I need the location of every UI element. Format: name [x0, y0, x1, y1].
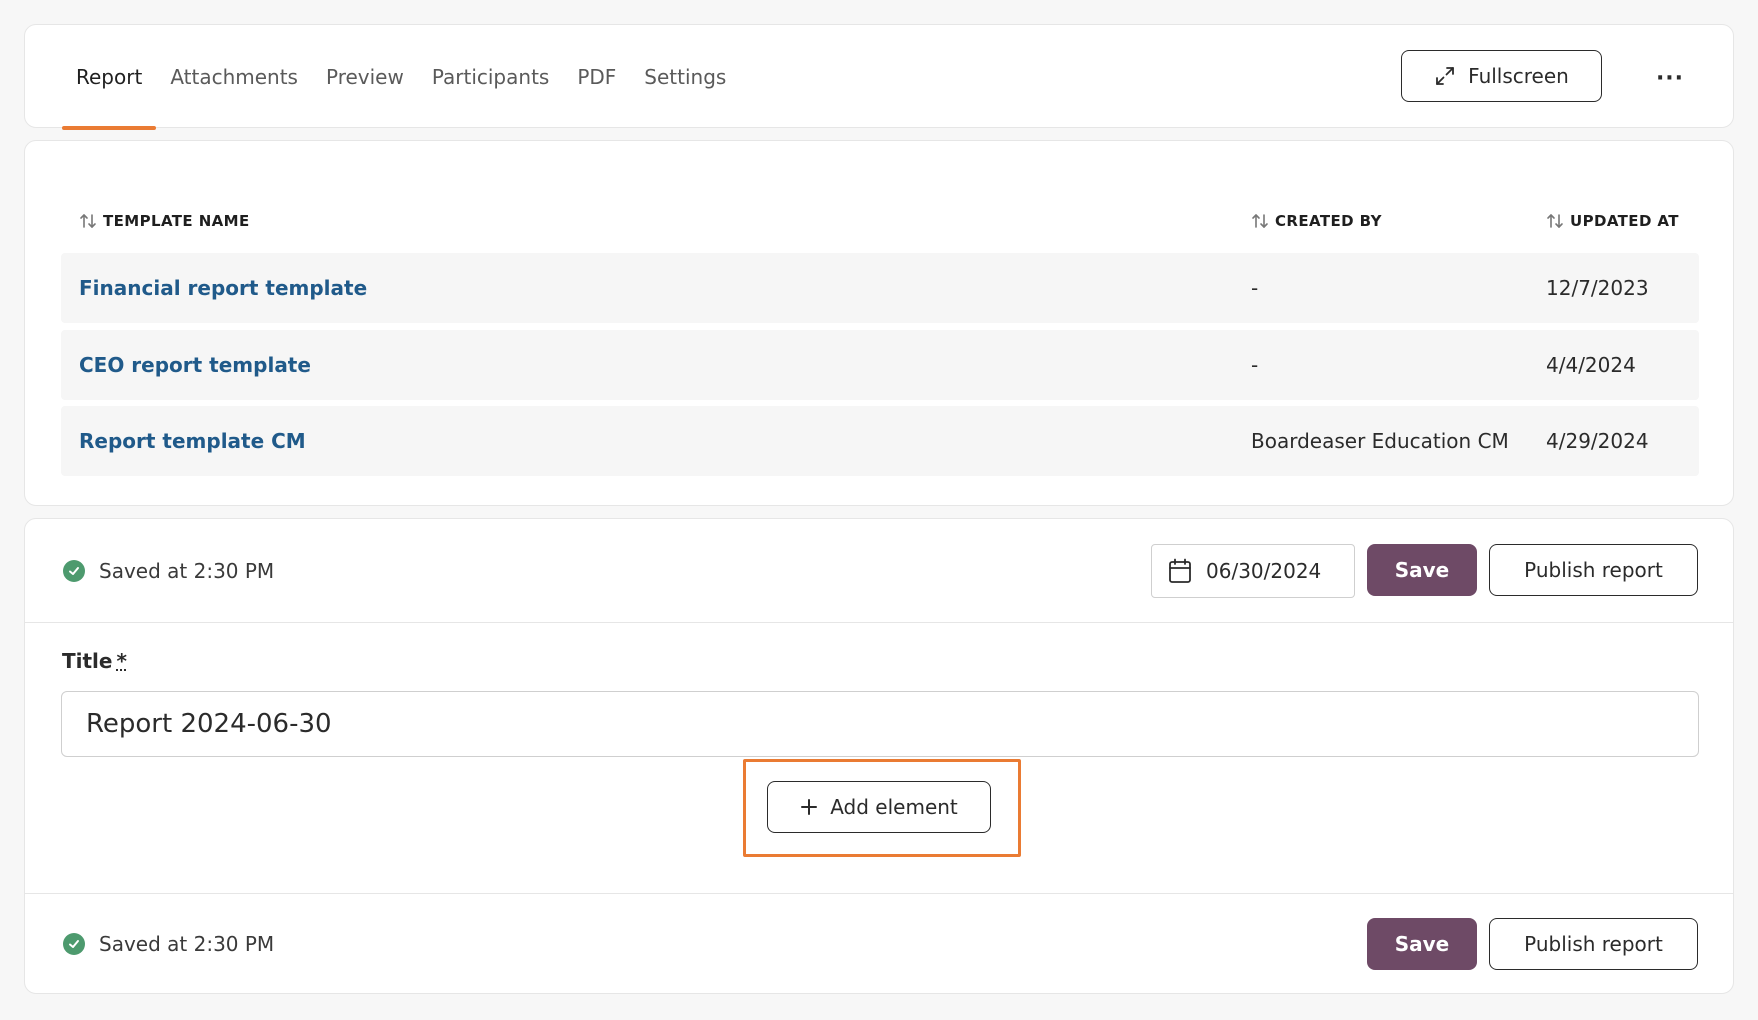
tab-preview[interactable]: Preview — [312, 25, 418, 129]
required-marker: * — [116, 649, 127, 673]
table-header: TEMPLATE NAME CREATED BY UPDATED AT — [61, 201, 1699, 241]
title-label-text: Title — [62, 649, 113, 673]
calendar-icon — [1168, 558, 1192, 584]
tab-report[interactable]: Report — [62, 25, 157, 130]
template-name-link[interactable]: Report template CM — [79, 406, 306, 476]
table-row[interactable]: Financial report template - 12/7/2023 — [61, 253, 1699, 323]
tabs-header-card: Report Attachments Preview Participants … — [24, 24, 1734, 130]
report-date-picker[interactable]: 06/30/2024 — [1151, 544, 1355, 598]
column-header-template-name[interactable]: TEMPLATE NAME — [79, 201, 250, 241]
updated-at-cell: 12/7/2023 — [1546, 276, 1649, 300]
tab-settings[interactable]: Settings — [630, 25, 740, 129]
fullscreen-label: Fullscreen — [1468, 64, 1569, 88]
report-editor-card: Saved at 2:30 PM 06/30/2024 Save Publish… — [24, 518, 1734, 994]
tab-bar: Report Attachments Preview Participants … — [62, 25, 740, 130]
table-row[interactable]: CEO report template - 4/4/2024 — [61, 330, 1699, 400]
publish-report-button[interactable]: Publish report — [1489, 918, 1698, 970]
add-element-label: Add element — [830, 795, 958, 819]
sort-icon — [1251, 213, 1269, 229]
column-label: UPDATED AT — [1570, 212, 1679, 230]
tab-attachments[interactable]: Attachments — [156, 25, 312, 129]
updated-at-cell: 4/4/2024 — [1546, 353, 1636, 377]
created-by-cell: - — [1251, 276, 1259, 300]
sort-icon — [1546, 213, 1564, 229]
updated-at-cell: 4/29/2024 — [1546, 429, 1649, 453]
check-circle-icon — [63, 560, 85, 582]
save-status: Saved at 2:30 PM — [63, 932, 274, 956]
save-status-text: Saved at 2:30 PM — [99, 559, 275, 583]
template-name-link[interactable]: CEO report template — [79, 330, 311, 400]
more-horizontal-icon: ··· — [1655, 65, 1685, 91]
plus-icon — [800, 798, 818, 816]
date-value: 06/30/2024 — [1206, 559, 1322, 583]
editor-toolbar: Saved at 2:30 PM 06/30/2024 Save Publish… — [25, 519, 1733, 623]
save-status: Saved at 2:30 PM — [63, 559, 274, 583]
column-header-created-by[interactable]: CREATED BY — [1251, 201, 1382, 241]
column-label: TEMPLATE NAME — [103, 212, 250, 230]
column-header-updated-at[interactable]: UPDATED AT — [1546, 201, 1679, 241]
save-status-text: Saved at 2:30 PM — [99, 932, 275, 956]
tab-participants[interactable]: Participants — [418, 25, 563, 129]
created-by-cell: - — [1251, 353, 1259, 377]
table-row[interactable]: Report template CM Boardeaser Education … — [61, 406, 1699, 476]
tab-pdf[interactable]: PDF — [563, 25, 630, 129]
created-by-cell: Boardeaser Education CM — [1251, 429, 1509, 453]
check-circle-icon — [63, 933, 85, 955]
title-label: Title * — [62, 649, 127, 673]
fullscreen-button[interactable]: Fullscreen — [1401, 50, 1602, 102]
publish-report-button[interactable]: Publish report — [1489, 544, 1698, 596]
more-options-button[interactable]: ··· — [1655, 65, 1685, 91]
save-button[interactable]: Save — [1367, 544, 1477, 596]
title-input[interactable] — [61, 691, 1699, 757]
template-name-link[interactable]: Financial report template — [79, 253, 367, 323]
column-label: CREATED BY — [1275, 212, 1382, 230]
save-button[interactable]: Save — [1367, 918, 1477, 970]
templates-table-card: TEMPLATE NAME CREATED BY UPDATED AT Fina… — [24, 140, 1734, 506]
editor-footer: Saved at 2:30 PM Save Publish report — [25, 893, 1733, 995]
expand-icon — [1434, 65, 1456, 87]
add-element-button[interactable]: Add element — [767, 781, 991, 833]
sort-icon — [79, 213, 97, 229]
